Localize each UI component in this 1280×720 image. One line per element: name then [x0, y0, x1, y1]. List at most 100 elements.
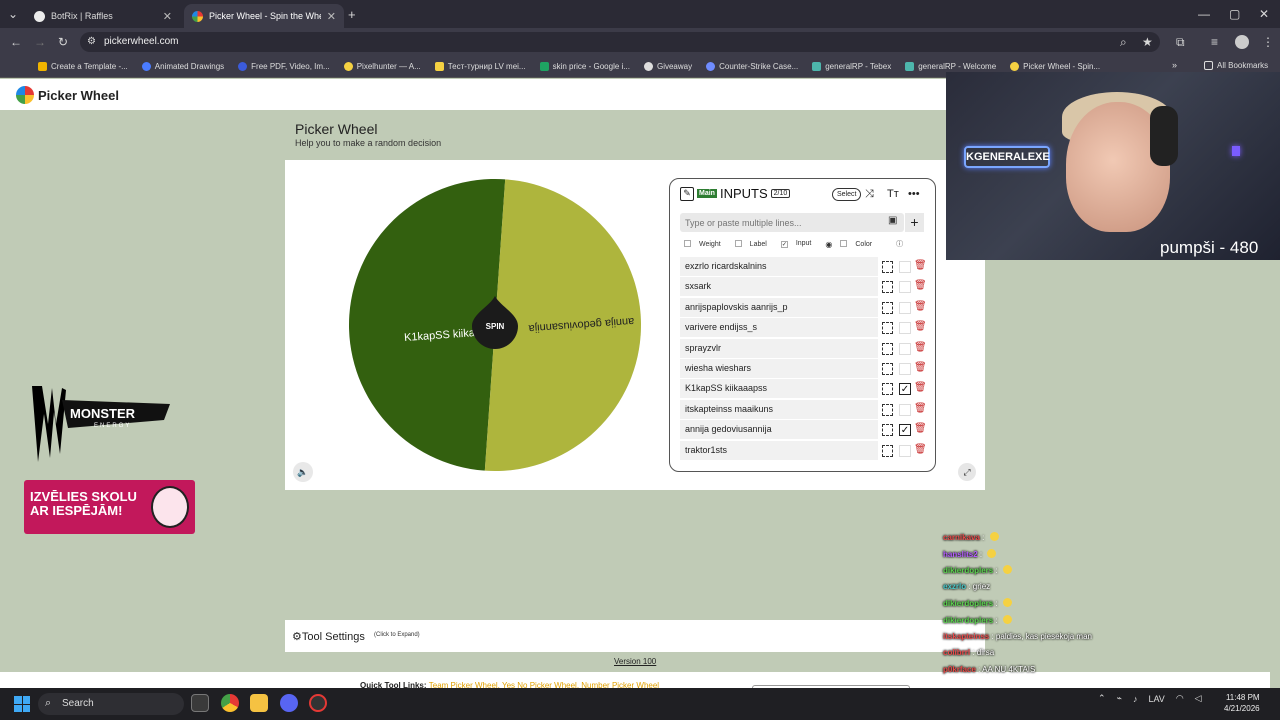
network-icon[interactable]: ⌁	[1117, 693, 1122, 704]
entry-row[interactable]: traktor1sts	[680, 440, 878, 460]
entry-input[interactable]	[680, 213, 904, 232]
copy-icon[interactable]	[882, 403, 893, 416]
spin-label[interactable]: SPIN	[486, 322, 505, 331]
main-badge[interactable]: Main	[697, 189, 717, 198]
menu-icon[interactable]: ⋮	[1262, 28, 1274, 56]
tab-close-icon[interactable]: ✕	[163, 10, 172, 23]
file-explorer-icon[interactable]	[250, 694, 268, 712]
taskbar-search[interactable]: Search	[38, 693, 184, 715]
chrome-icon[interactable]	[221, 694, 239, 712]
address-bar[interactable]: pickerwheel.com	[80, 32, 1160, 52]
bookmark[interactable]: generalRP - Welcome	[905, 62, 996, 71]
edit-icon[interactable]: ✎	[680, 186, 694, 201]
entry-checkbox[interactable]	[899, 363, 911, 375]
trash-icon[interactable]: 🗑	[914, 280, 927, 291]
text-size-icon[interactable]: Tт	[887, 188, 899, 200]
option-label[interactable]: Label	[734, 240, 767, 248]
entry-checkbox[interactable]	[899, 281, 911, 294]
shuffle-icon[interactable]: ⤨	[865, 188, 874, 201]
chevron-up-icon[interactable]: ⌃	[1098, 693, 1106, 704]
clock[interactable]: 11:48 PM 4/21/2026	[1224, 692, 1260, 714]
bookmark[interactable]: Picker Wheel - Spin...	[1010, 62, 1100, 71]
sound-icon[interactable]: 🔈	[293, 462, 313, 482]
copy-icon[interactable]	[882, 261, 893, 273]
close-window-icon[interactable]: ✕	[1259, 0, 1269, 28]
tool-settings-title[interactable]: ⚙Tool Settings	[292, 630, 365, 643]
picker-wheel[interactable]: K1kapSS kiikaaapss annija gedoviusannija…	[348, 178, 642, 472]
checkbox[interactable]	[684, 240, 691, 247]
bookmark[interactable]: Pixelhunter — A...	[343, 62, 421, 71]
forward-icon[interactable]: →	[34, 28, 46, 56]
entry-checkbox[interactable]	[899, 342, 911, 355]
extensions-icon[interactable]: ⧉	[1176, 28, 1185, 56]
entry-row[interactable]: K1kapSS kiikaaapss	[680, 379, 878, 399]
windows-icon[interactable]	[14, 696, 30, 712]
copy-icon[interactable]	[882, 342, 893, 355]
entry-checkbox[interactable]: ✓	[899, 383, 911, 396]
expand-icon[interactable]: ⤢	[958, 463, 976, 481]
bookmark[interactable]: Animated Drawings	[141, 62, 224, 71]
option-color[interactable]: Color	[840, 240, 872, 248]
checkbox[interactable]: ✓	[780, 241, 788, 248]
info-icon[interactable]: ⓘ	[896, 239, 903, 249]
entry-row[interactable]: varivere endijss_s	[680, 318, 878, 338]
mic-icon[interactable]: ♪	[1133, 694, 1138, 704]
checkbox[interactable]	[734, 240, 742, 247]
entry-row[interactable]: annija gedoviusannija	[680, 420, 878, 440]
select-button[interactable]: Select	[832, 188, 862, 201]
tab-botrix[interactable]: BotRix | Raffles ✕	[26, 4, 180, 28]
version-link[interactable]: Version 100	[614, 657, 656, 666]
copy-icon[interactable]	[882, 444, 893, 457]
trash-icon[interactable]: 🗑	[914, 342, 927, 353]
trash-icon[interactable]: 🗑	[914, 444, 927, 455]
entry-row[interactable]: sprayzvlr	[680, 338, 878, 358]
all-bookmarks[interactable]: All Bookmarks	[1204, 61, 1268, 70]
copy-icon[interactable]	[882, 383, 893, 396]
trash-icon[interactable]: 🗑	[914, 260, 927, 271]
checkbox[interactable]	[840, 240, 848, 247]
entry-checkbox[interactable]	[899, 403, 911, 416]
copy-icon[interactable]	[882, 424, 893, 437]
entry-row[interactable]: itskapteinss maaikuns	[680, 399, 878, 419]
entry-row[interactable]: anrijspaplovskis aanrijs_p	[680, 297, 878, 317]
entry-checkbox[interactable]	[899, 261, 911, 273]
entry-row[interactable]: exzrlo ricardskalnins	[680, 257, 878, 276]
trash-icon[interactable]: 🗑	[914, 403, 927, 414]
entry-row[interactable]: wiesha wieshars	[680, 359, 878, 378]
discord-icon[interactable]	[280, 694, 298, 712]
language-indicator[interactable]: LAV	[1148, 694, 1164, 704]
bookmark[interactable]: Тест-турнир LV mei...	[434, 62, 526, 71]
site-info-icon[interactable]: ⚙	[87, 28, 96, 56]
copy-icon[interactable]	[882, 363, 893, 375]
site-logo[interactable]: Picker Wheel	[16, 86, 119, 104]
new-tab-icon[interactable]: +	[348, 1, 356, 29]
monster-energy-ad[interactable]: MONSTER ENERGY	[22, 384, 172, 464]
bookmark[interactable]: skin price - Google i...	[539, 62, 630, 71]
bookmark[interactable]: Giveaway	[643, 62, 692, 71]
reload-icon[interactable]: ↻	[58, 28, 68, 56]
bookmark[interactable]: Free PDF, Video, Im...	[238, 62, 330, 71]
add-entry-button[interactable]: +	[905, 213, 924, 232]
entry-checkbox[interactable]	[899, 444, 911, 457]
eye-icon[interactable]: ◉	[825, 240, 832, 249]
copy-icon[interactable]	[882, 301, 893, 314]
tab-search-icon[interactable]: ⌄	[8, 0, 18, 28]
bookmark[interactable]: Counter-Strike Case...	[706, 62, 798, 71]
zoom-icon[interactable]: ⌕	[1120, 28, 1127, 56]
bookmark[interactable]: generalRP - Tebex	[812, 62, 891, 71]
entry-checkbox[interactable]	[899, 301, 911, 314]
trash-icon[interactable]: 🗑	[914, 301, 927, 312]
star-icon[interactable]: ★	[1142, 28, 1153, 56]
image-icon[interactable]: ▣	[888, 215, 897, 226]
bookmark[interactable]: Create a Template -...	[38, 62, 128, 71]
wifi-icon[interactable]: ◠	[1176, 693, 1184, 704]
back-icon[interactable]: ←	[10, 28, 22, 56]
entry-checkbox[interactable]	[899, 322, 911, 335]
trash-icon[interactable]: 🗑	[914, 382, 927, 393]
copy-icon[interactable]	[882, 322, 893, 335]
profile-avatar[interactable]	[1235, 35, 1249, 49]
more-icon[interactable]: •••	[908, 188, 920, 200]
trash-icon[interactable]: 🗑	[914, 321, 927, 332]
option-weight[interactable]: Weight	[684, 240, 721, 248]
minimize-icon[interactable]: —	[1198, 0, 1210, 28]
